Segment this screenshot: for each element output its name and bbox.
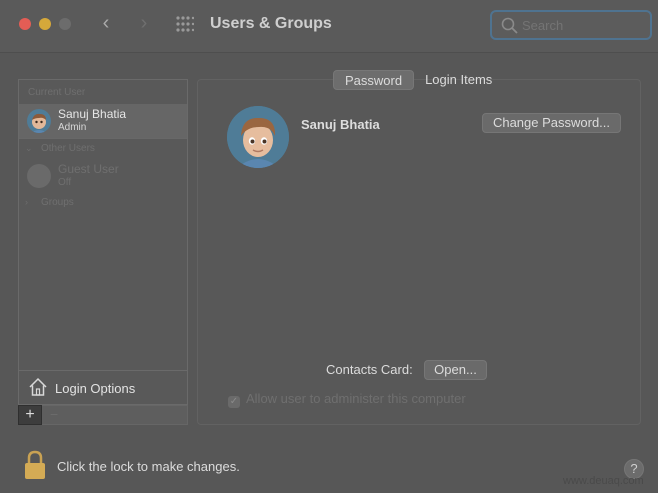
current-user-role: Admin bbox=[58, 122, 87, 133]
guest-user-name[interactable]: Guest User bbox=[58, 162, 119, 176]
guest-avatar bbox=[27, 164, 51, 188]
lock-icon[interactable] bbox=[23, 450, 47, 485]
allow-admin-label: Allow user to administer this computer bbox=[246, 391, 466, 406]
tab-password[interactable]: Password bbox=[333, 70, 415, 90]
avatar-icon bbox=[227, 106, 289, 168]
guest-user-status: Off bbox=[58, 177, 72, 188]
login-options-button[interactable]: Login Options bbox=[19, 370, 187, 405]
login-options-label: Login Options bbox=[55, 381, 136, 396]
zoom-window-button[interactable] bbox=[59, 18, 71, 30]
house-icon bbox=[29, 377, 47, 396]
title-bar: ‹ › Users & Groups bbox=[0, 0, 658, 53]
add-user-button[interactable]: + bbox=[18, 405, 42, 425]
window-title: Users & Groups bbox=[210, 15, 332, 32]
tab-bar: Password Login Items bbox=[333, 70, 503, 90]
allow-admin-checkbox[interactable]: ✓ bbox=[228, 396, 240, 408]
users-sidebar: Current User Sanuj Bhatia Admin ⌄ Other … bbox=[18, 79, 188, 405]
contacts-card-label: Contacts Card: bbox=[326, 362, 413, 377]
chevron-down-icon[interactable]: ⌄ bbox=[25, 143, 33, 154]
current-user-header: Current User bbox=[28, 87, 86, 98]
divider bbox=[19, 138, 187, 139]
allow-admin-row[interactable]: ✓ Allow user to administer this computer bbox=[228, 391, 466, 408]
open-contacts-button[interactable]: Open... bbox=[424, 360, 487, 380]
tab-login-items[interactable]: Login Items bbox=[414, 70, 503, 90]
sidebar-item-groups[interactable]: Groups bbox=[41, 197, 74, 208]
user-picture[interactable] bbox=[227, 106, 289, 168]
other-users-header: Other Users bbox=[41, 143, 95, 154]
change-password-button[interactable]: Change Password... bbox=[482, 113, 621, 133]
back-icon[interactable]: ‹ bbox=[94, 12, 118, 36]
show-all-grid-icon[interactable] bbox=[176, 16, 194, 32]
lock-message: Click the lock to make changes. bbox=[57, 459, 240, 474]
current-user-name: Sanuj Bhatia bbox=[58, 107, 127, 121]
sidebar-item-current-user[interactable]: Sanuj Bhatia Admin bbox=[19, 104, 187, 138]
search-field[interactable] bbox=[490, 10, 652, 40]
user-full-name: Sanuj Bhatia bbox=[301, 117, 380, 132]
chevron-right-icon[interactable]: › bbox=[25, 197, 28, 207]
search-icon bbox=[501, 17, 518, 34]
remove-user-button[interactable]: − bbox=[42, 405, 188, 425]
search-input[interactable] bbox=[522, 16, 642, 34]
close-window-button[interactable] bbox=[19, 18, 31, 30]
forward-icon[interactable]: › bbox=[132, 12, 156, 36]
minimize-window-button[interactable] bbox=[39, 18, 51, 30]
watermark: www.deuaq.com bbox=[563, 475, 644, 487]
avatar bbox=[27, 109, 51, 133]
